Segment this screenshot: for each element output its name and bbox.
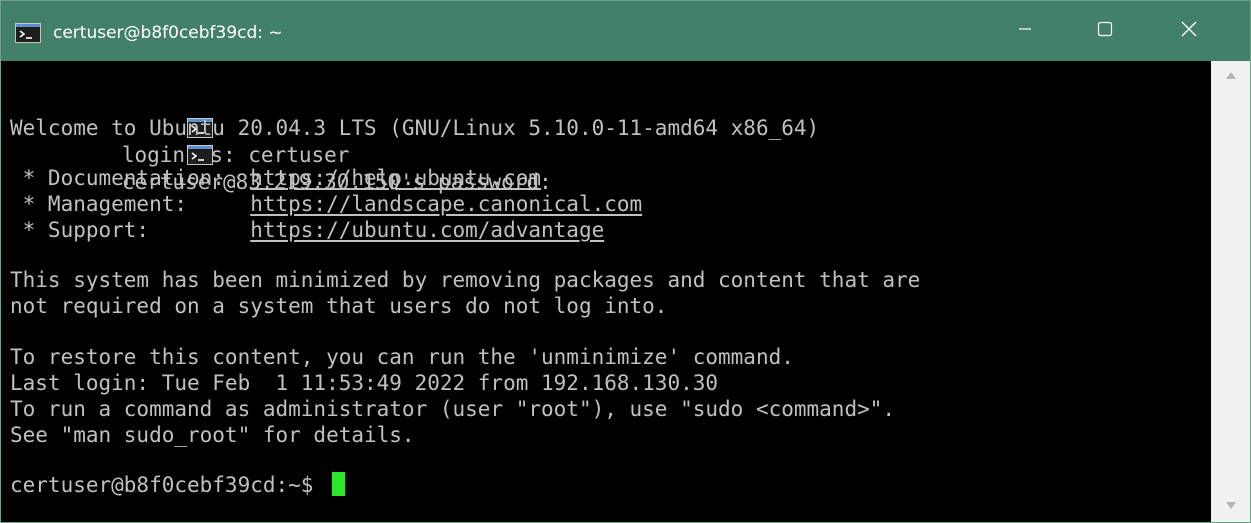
- terminal-line: Welcome to Ubuntu 20.04.3 LTS (GNU/Linux…: [10, 116, 820, 140]
- terminal-line: To run a command as administrator (user …: [10, 397, 896, 421]
- terminal-line: login as: certuser: [10, 64, 349, 167]
- minimize-button[interactable]: [985, 1, 1065, 61]
- scroll-down-arrow-icon: [1225, 498, 1237, 516]
- minimize-icon: [1017, 21, 1033, 42]
- terminal-line: This system has been minimized by removi…: [10, 268, 921, 292]
- terminal-line: certuser@83.219.30.150's password:: [10, 91, 552, 194]
- scroll-up-button[interactable]: [1211, 61, 1250, 91]
- terminal-window: certuser@b8f0cebf39cd: ~ login as: certu…: [0, 0, 1251, 523]
- prompt-line[interactable]: certuser@b8f0cebf39cd:~$: [10, 472, 346, 499]
- terminal-line: * Management: https://landscape.canonica…: [10, 192, 643, 216]
- terminal-line: See "man sudo_root" for details.: [10, 423, 415, 447]
- shell-prompt: certuser@b8f0cebf39cd:~$: [10, 473, 327, 497]
- support-link[interactable]: https://ubuntu.com/advantage: [250, 218, 604, 242]
- maximize-button[interactable]: [1065, 1, 1145, 61]
- terminal-icon[interactable]: [15, 23, 41, 43]
- close-button[interactable]: [1149, 1, 1229, 61]
- window-title: certuser@b8f0cebf39cd: ~: [53, 23, 283, 43]
- vertical-scrollbar[interactable]: [1211, 61, 1250, 522]
- terminal-line: * Support: https://ubuntu.com/advantage: [10, 218, 605, 242]
- title-bar[interactable]: certuser@b8f0cebf39cd: ~: [1, 1, 1250, 61]
- text-cursor: [332, 472, 346, 496]
- management-link[interactable]: https://landscape.canonical.com: [250, 192, 642, 216]
- close-icon: [1180, 20, 1198, 43]
- scroll-down-button[interactable]: [1211, 492, 1250, 522]
- terminal-line: * Documentation: https://help.ubuntu.com: [10, 166, 542, 190]
- documentation-link[interactable]: https://help.ubuntu.com: [250, 166, 541, 190]
- terminal-line: To restore this content, you can run the…: [10, 345, 794, 369]
- terminal-output[interactable]: login as: certuser certuser@83.219.30.15…: [1, 61, 1211, 522]
- scroll-up-arrow-icon: [1225, 67, 1237, 85]
- terminal-line: not required on a system that users do n…: [10, 294, 668, 318]
- terminal-line: Last login: Tue Feb 1 11:53:49 2022 from…: [10, 371, 719, 395]
- maximize-icon: [1097, 21, 1113, 42]
